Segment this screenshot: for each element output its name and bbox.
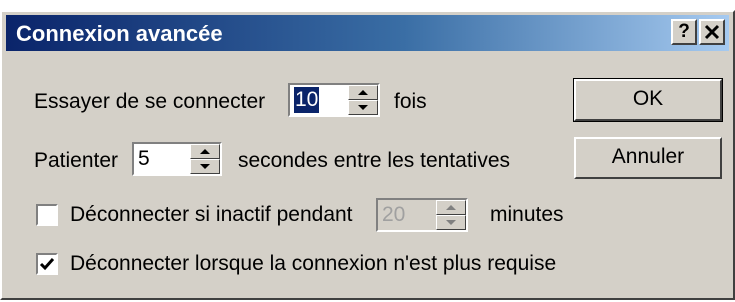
arrow-down-icon bbox=[358, 105, 368, 110]
idle-minutes-spinner: 20 bbox=[376, 198, 468, 232]
idle-minutes-suffix: minutes bbox=[490, 203, 564, 226]
retry-count-spinner[interactable]: 10 bbox=[288, 83, 380, 117]
auto-disconnect-checkbox[interactable] bbox=[36, 253, 58, 275]
title-bar[interactable]: Connexion avancée ? bbox=[6, 15, 729, 51]
arrow-down-icon bbox=[200, 164, 210, 169]
arrow-down-icon bbox=[446, 220, 456, 225]
retry-count-value[interactable]: 10 bbox=[294, 87, 320, 113]
wait-label: Patienter bbox=[34, 149, 119, 172]
idle-minutes-value: 20 bbox=[382, 203, 406, 226]
arrow-up-icon bbox=[358, 90, 368, 95]
wait-seconds-value[interactable]: 5 bbox=[138, 146, 150, 172]
wait-seconds-spinner[interactable]: 5 bbox=[132, 142, 222, 176]
checkmark-icon bbox=[39, 258, 55, 271]
retry-up-button[interactable] bbox=[348, 85, 378, 100]
auto-disconnect-label: Déconnecter lorsque la connexion n'est p… bbox=[70, 252, 557, 275]
retry-down-button[interactable] bbox=[348, 100, 378, 115]
arrow-up-icon bbox=[200, 149, 210, 154]
help-button[interactable]: ? bbox=[671, 19, 697, 45]
wait-down-button[interactable] bbox=[190, 159, 220, 174]
retry-suffix: fois bbox=[394, 90, 427, 113]
close-icon bbox=[704, 24, 720, 40]
idle-disconnect-label: Déconnecter si inactif pendant bbox=[70, 203, 353, 226]
ok-button[interactable]: OK bbox=[573, 78, 723, 122]
arrow-up-icon bbox=[446, 205, 456, 210]
idle-disconnect-checkbox[interactable] bbox=[36, 204, 58, 226]
advanced-connection-dialog: Connexion avancée ? Essayer de se connec… bbox=[0, 10, 735, 300]
cancel-button[interactable]: Annuler bbox=[574, 137, 722, 179]
window-title: Connexion avancée bbox=[16, 21, 223, 46]
close-button[interactable] bbox=[699, 19, 725, 45]
idle-down-button bbox=[436, 215, 466, 230]
idle-up-button bbox=[436, 200, 466, 215]
wait-up-button[interactable] bbox=[190, 144, 220, 159]
retry-label: Essayer de se connecter bbox=[34, 90, 266, 113]
wait-suffix: secondes entre les tentatives bbox=[238, 149, 510, 172]
